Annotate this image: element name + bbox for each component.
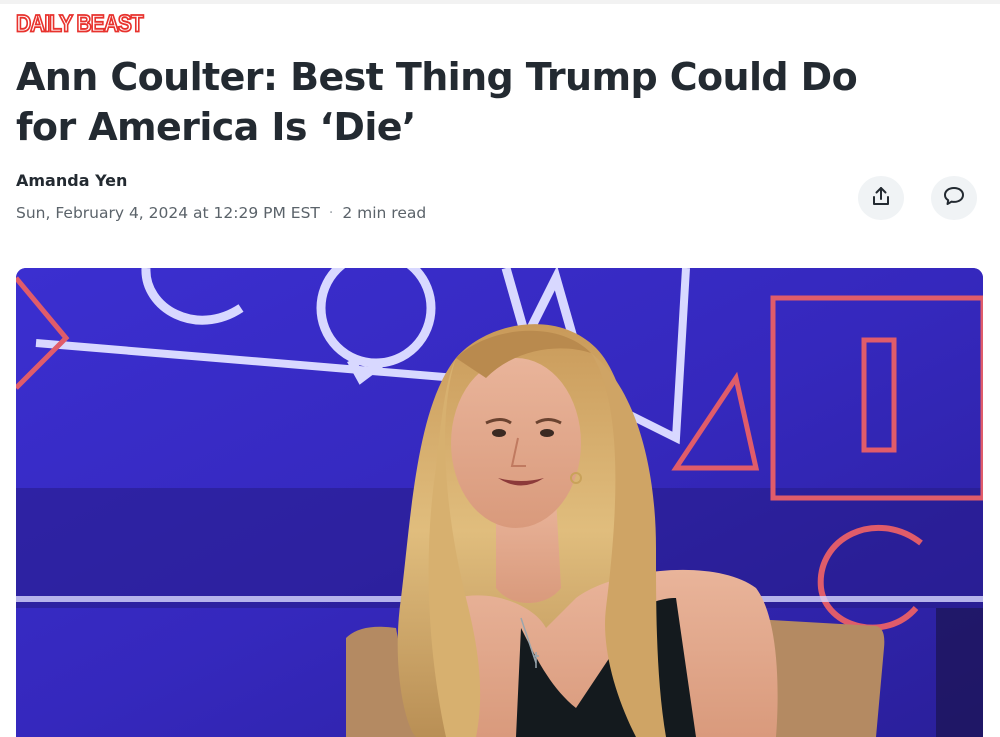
comment-icon bbox=[942, 185, 966, 211]
read-time: 2 min read bbox=[342, 204, 427, 222]
meta-separator: · bbox=[328, 205, 334, 221]
top-divider bbox=[0, 0, 1000, 4]
article-meta: Sun, February 4, 2024 at 12:29 PM EST · … bbox=[16, 204, 426, 222]
article-headline: Ann Coulter: Best Thing Trump Could Do f… bbox=[16, 55, 858, 149]
site-logo[interactable]: DAILY BEAST bbox=[15, 10, 144, 39]
comment-button[interactable] bbox=[931, 176, 977, 220]
hero-image[interactable] bbox=[16, 268, 983, 737]
photo-woman-on-stage bbox=[16, 268, 983, 737]
share-icon bbox=[870, 185, 892, 211]
publish-date: Sun, February 4, 2024 at 12:29 PM EST bbox=[16, 204, 320, 222]
share-button[interactable] bbox=[858, 176, 904, 220]
author-name[interactable]: Amanda Yen bbox=[16, 171, 127, 190]
